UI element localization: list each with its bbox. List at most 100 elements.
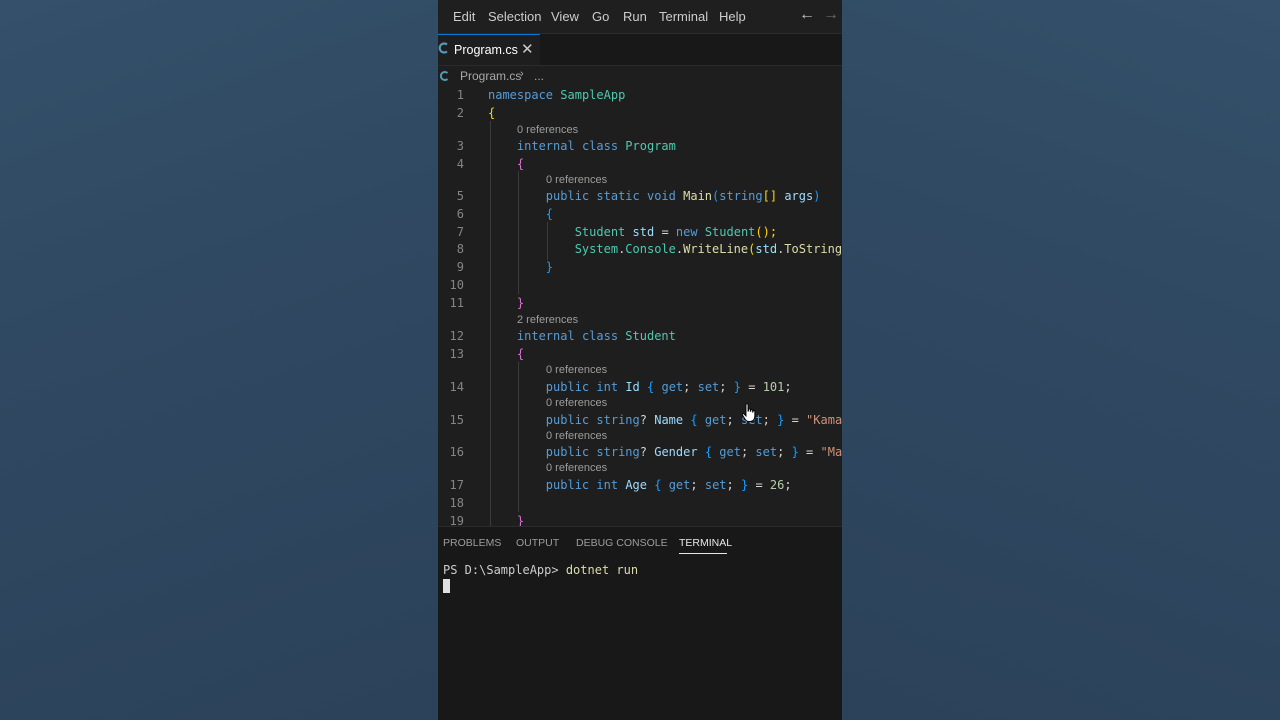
string-literal: "Kama — [806, 413, 842, 427]
type-name: Console — [625, 242, 676, 256]
class-name: Program — [625, 139, 676, 153]
number-literal: 101 — [762, 380, 785, 394]
keyword: set — [704, 478, 727, 492]
codelens-references[interactable]: 0 references — [546, 397, 607, 409]
terminal-cursor — [443, 579, 450, 593]
code-line: } — [488, 514, 524, 526]
line-number: 17 — [449, 478, 464, 492]
brace: { — [654, 478, 662, 492]
tab-debug-console[interactable]: DEBUG CONSOLE — [576, 537, 668, 549]
brace: } — [740, 478, 749, 492]
line-number: 13 — [449, 347, 464, 361]
operator: = — [791, 413, 799, 427]
keyword: internal — [516, 329, 575, 343]
code-line: namespace SampleApp — [488, 88, 625, 102]
hand-pointer-icon — [741, 403, 756, 422]
variable: std — [755, 242, 778, 256]
terminal-prompt: PS D:\SampleApp> — [443, 563, 559, 577]
punctuation: ; — [784, 380, 792, 394]
code-line: { — [488, 347, 524, 361]
code-line: public int Age { get; set; } = 26; — [545, 478, 792, 492]
keyword: void — [646, 189, 676, 203]
variable: std — [632, 225, 655, 239]
punctuation: (); — [755, 225, 778, 239]
tab-problems[interactable]: PROBLEMS — [443, 537, 501, 549]
line-number: 11 — [449, 296, 464, 310]
brace: { — [545, 207, 554, 221]
code-line: public string? Gender { get; set; } = "M… — [545, 445, 843, 459]
code-line: internal class Student — [488, 329, 676, 343]
keyword: set — [697, 380, 720, 394]
line-number: 7 — [456, 225, 464, 239]
type-name: System — [574, 242, 619, 256]
keyword: static — [596, 189, 640, 203]
line-number: 18 — [449, 496, 464, 510]
type-name: Student — [574, 225, 626, 239]
keyword: get — [661, 380, 684, 394]
paren: ) — [813, 189, 821, 203]
keyword: namespace — [488, 88, 554, 102]
brace: } — [777, 413, 785, 427]
keyword: int — [596, 380, 619, 394]
codelens-references[interactable]: 0 references — [546, 462, 607, 474]
bottom-panel: PROBLEMS OUTPUT DEBUG CONSOLE TERMINAL P… — [438, 526, 842, 720]
code-line: public int Id { get; set; } = 101; — [545, 380, 792, 394]
codelens-references[interactable]: 0 references — [546, 364, 607, 376]
code-line: { — [488, 157, 524, 171]
terminal-command: dotnet run — [565, 563, 639, 577]
keyword: string — [719, 189, 763, 203]
method-name: Main — [683, 189, 713, 203]
terminal-line[interactable]: PS D:\SampleApp> dotnet run — [443, 563, 638, 577]
brace: { — [516, 157, 525, 171]
codelens-references[interactable]: 0 references — [546, 174, 607, 186]
line-number: 8 — [456, 242, 464, 256]
keyword: internal — [516, 139, 575, 153]
keyword: string — [596, 413, 640, 427]
keyword: public — [545, 413, 590, 427]
property-name: Id — [625, 380, 640, 394]
line-number: 9 — [456, 260, 464, 274]
method-name: ToString — [784, 242, 842, 256]
property-name: Name — [654, 413, 684, 427]
brace: { — [488, 106, 496, 120]
code-line: } — [488, 296, 524, 310]
line-number: 5 — [456, 189, 464, 203]
keyword: get — [704, 413, 727, 427]
type-name: Student — [704, 225, 756, 239]
bracket: [] — [762, 189, 778, 203]
string-literal: "Ma — [820, 445, 843, 459]
tab-output[interactable]: OUTPUT — [516, 537, 559, 549]
indent-guide — [490, 121, 491, 526]
keyword: string — [596, 445, 640, 459]
punctuation: ? — [639, 445, 647, 459]
codelens-references[interactable]: 2 references — [517, 314, 578, 326]
codelens-references[interactable]: 0 references — [517, 124, 578, 136]
keyword: class — [581, 329, 619, 343]
brace: { — [704, 445, 713, 459]
code-line: Student std = new Student(); — [488, 225, 777, 239]
keyword: public — [545, 380, 590, 394]
background-right — [842, 0, 1280, 720]
keyword: public — [545, 189, 590, 203]
class-name: Student — [625, 329, 676, 343]
operator: = — [755, 478, 763, 492]
parameter: args — [784, 189, 814, 203]
code-line: { — [488, 207, 553, 221]
brace: { — [647, 380, 655, 394]
code-line: { — [488, 106, 495, 120]
operator: = — [661, 225, 669, 239]
codelens-references[interactable]: 0 references — [546, 430, 607, 442]
brace: } — [516, 514, 525, 526]
brace: } — [791, 445, 799, 459]
line-number: 1 — [456, 88, 464, 102]
keyword: get — [668, 478, 691, 492]
tab-terminal[interactable]: TERMINAL — [679, 537, 732, 549]
code-editor[interactable]: 1 2 3 4 5 6 7 8 9 10 11 12 13 14 15 16 1… — [438, 0, 842, 526]
keyword: public — [545, 478, 590, 492]
line-number: 14 — [449, 380, 464, 394]
code-line: public static void Main(string[] args) — [488, 189, 821, 203]
brace: } — [516, 296, 525, 310]
code-line: System.Console.WriteLine(std.ToString — [488, 242, 842, 256]
property-name: Gender — [654, 445, 698, 459]
keyword: get — [719, 445, 741, 459]
